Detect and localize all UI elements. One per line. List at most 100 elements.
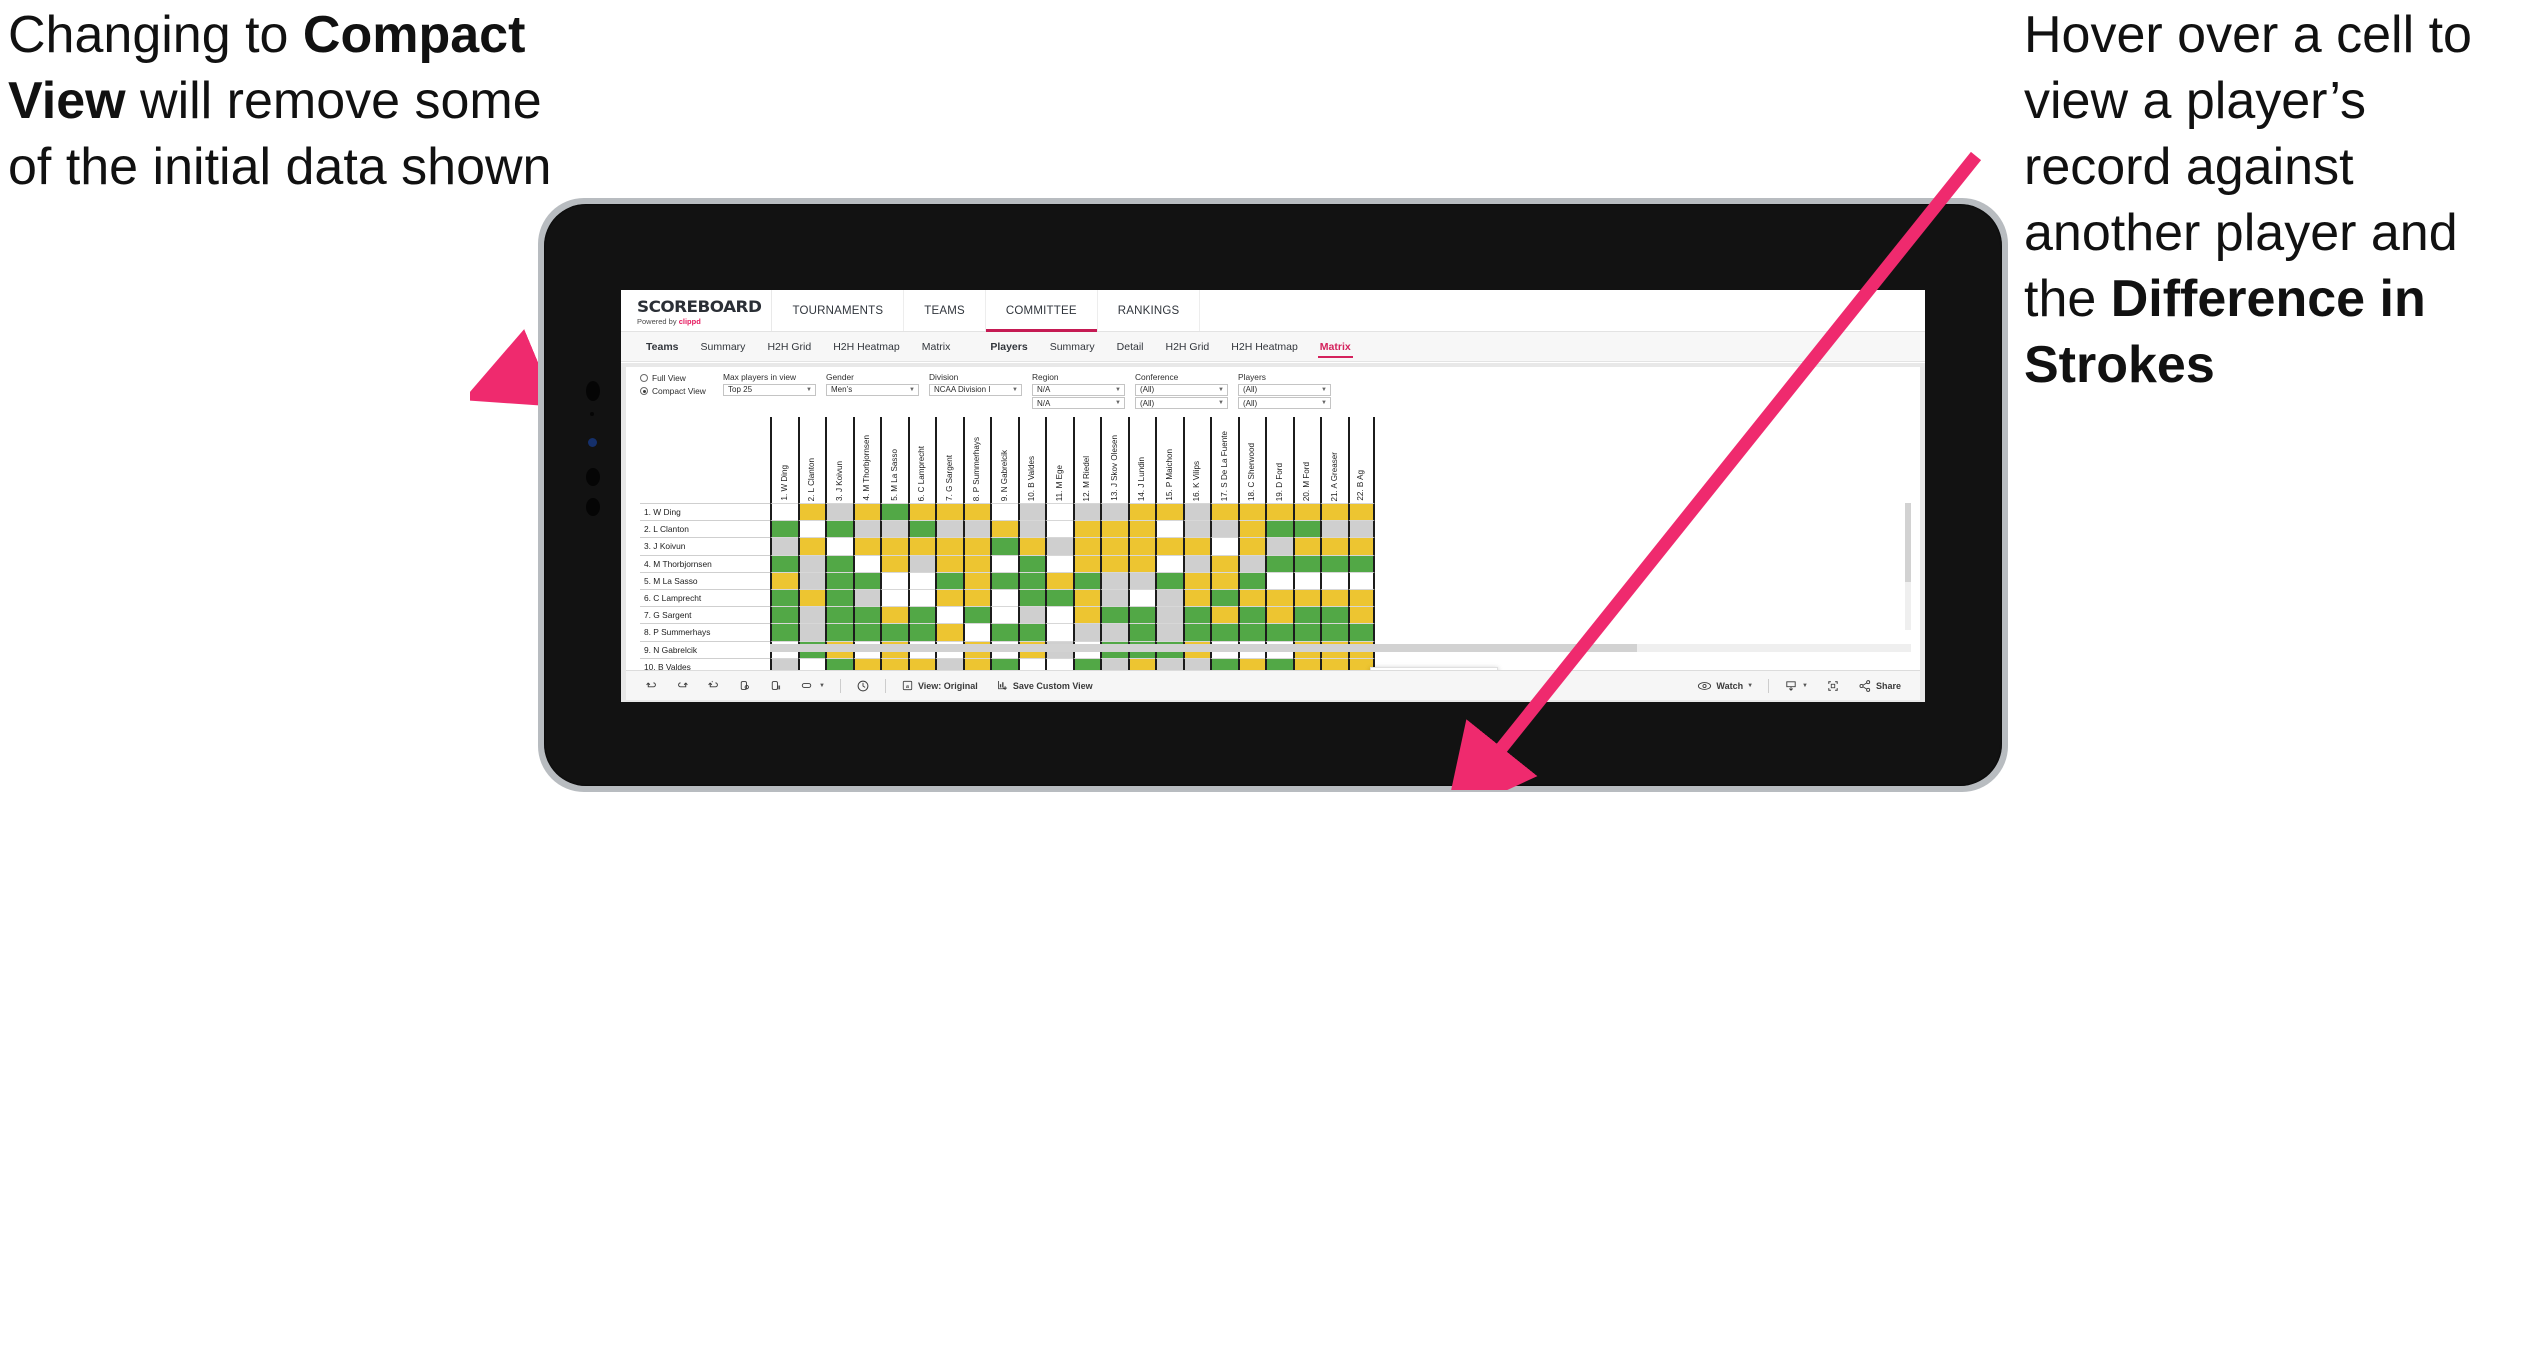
- matrix-cell[interactable]: [1017, 588, 1045, 607]
- matrix-cell[interactable]: [1017, 657, 1045, 670]
- matrix-cell[interactable]: [1265, 503, 1293, 521]
- scrollbar-thumb[interactable]: [770, 644, 1638, 652]
- matrix-cell[interactable]: [1265, 554, 1293, 572]
- matrix-cell[interactable]: [1265, 520, 1293, 538]
- matrix-cell[interactable]: [770, 606, 798, 624]
- matrix-cell[interactable]: [1155, 588, 1183, 607]
- matrix-cell[interactable]: [1045, 606, 1073, 624]
- matrix-cell[interactable]: [1127, 571, 1155, 589]
- topnav-rankings[interactable]: RANKINGS: [1098, 290, 1201, 331]
- matrix-cell[interactable]: [880, 571, 908, 589]
- matrix-cell[interactable]: [990, 588, 1018, 607]
- matrix-cell[interactable]: [962, 537, 990, 555]
- matrix-cell[interactable]: [1320, 623, 1348, 641]
- matrix-cell[interactable]: [825, 623, 853, 641]
- matrix-cell[interactable]: [797, 657, 825, 670]
- matrix-cell[interactable]: [1100, 503, 1128, 521]
- matrix-cell[interactable]: [907, 503, 935, 521]
- matrix-cell[interactable]: [1100, 623, 1128, 641]
- matrix-cell[interactable]: [1100, 571, 1128, 589]
- matrix-cell[interactable]: [825, 571, 853, 589]
- matrix-cell[interactable]: [1210, 503, 1238, 521]
- matrix-cell[interactable]: [825, 520, 853, 538]
- watch-button[interactable]: Watch ▼: [1688, 680, 1762, 692]
- matrix-cell[interactable]: [880, 520, 908, 538]
- matrix-cell[interactable]: [852, 554, 880, 572]
- matrix-cell[interactable]: [1182, 537, 1210, 555]
- matrix-cell[interactable]: [1320, 606, 1348, 624]
- matrix-cell[interactable]: [797, 623, 825, 641]
- matrix-cell[interactable]: [990, 537, 1018, 555]
- matrix-cell[interactable]: [1072, 623, 1100, 641]
- subnav-players-detail[interactable]: Detail: [1106, 337, 1155, 357]
- filter-gender-select[interactable]: Men’s ▼: [826, 383, 919, 396]
- filter-max-players-select[interactable]: Top 25 ▼: [723, 383, 816, 396]
- matrix-vertical-scrollbar[interactable]: [1905, 503, 1911, 630]
- matrix-cell[interactable]: [1292, 537, 1320, 555]
- matrix-cell[interactable]: [1292, 606, 1320, 624]
- matrix-cell[interactable]: [962, 503, 990, 521]
- matrix-cell[interactable]: [852, 503, 880, 521]
- matrix-cell[interactable]: [907, 554, 935, 572]
- matrix-cell[interactable]: [1155, 520, 1183, 538]
- matrix-cell[interactable]: [852, 571, 880, 589]
- matrix-cell[interactable]: [825, 554, 853, 572]
- filter-players-select-1[interactable]: (All) ▼: [1238, 383, 1331, 396]
- matrix-cell[interactable]: [1210, 520, 1238, 538]
- matrix-cell[interactable]: [1072, 520, 1100, 538]
- matrix-cell[interactable]: [825, 537, 853, 555]
- matrix-cell[interactable]: [1017, 503, 1045, 521]
- matrix-cell[interactable]: [907, 623, 935, 641]
- matrix-cell[interactable]: [1182, 554, 1210, 572]
- zoom-control-button[interactable]: ▼: [791, 679, 834, 692]
- matrix-cell[interactable]: [1155, 554, 1183, 572]
- matrix-cell[interactable]: [1320, 554, 1348, 572]
- matrix-cell[interactable]: [1347, 571, 1375, 589]
- subnav-teams[interactable]: Teams: [635, 337, 690, 357]
- matrix-cell[interactable]: [770, 520, 798, 538]
- matrix-cell[interactable]: [935, 588, 963, 607]
- matrix-cell[interactable]: [1210, 588, 1238, 607]
- matrix-cell[interactable]: [1265, 588, 1293, 607]
- matrix-cell[interactable]: [935, 520, 963, 538]
- matrix-cell[interactable]: [1100, 520, 1128, 538]
- matrix-cell[interactable]: [1182, 503, 1210, 521]
- download-button[interactable]: ▼: [1775, 679, 1817, 693]
- matrix-cell[interactable]: [770, 503, 798, 521]
- matrix-cell[interactable]: [1155, 537, 1183, 555]
- matrix-cell[interactable]: [935, 571, 963, 589]
- matrix-horizontal-scrollbar[interactable]: [770, 644, 1911, 652]
- matrix-cell[interactable]: [1292, 503, 1320, 521]
- matrix-cell[interactable]: [852, 537, 880, 555]
- matrix-cell[interactable]: [1072, 503, 1100, 521]
- brand-logo[interactable]: SCOREBOARD Powered by clippd: [621, 290, 773, 331]
- matrix-cell[interactable]: [1265, 623, 1293, 641]
- matrix-cell[interactable]: [1100, 657, 1128, 670]
- matrix-cell[interactable]: [1320, 571, 1348, 589]
- matrix-cell[interactable]: [1292, 520, 1320, 538]
- matrix-cell[interactable]: [990, 606, 1018, 624]
- matrix-cell[interactable]: [770, 623, 798, 641]
- matrix-cell[interactable]: [1072, 606, 1100, 624]
- matrix-cell[interactable]: [1100, 554, 1128, 572]
- scrollbar-thumb[interactable]: [1905, 503, 1911, 582]
- matrix-cell[interactable]: [962, 623, 990, 641]
- matrix-cell[interactable]: [852, 606, 880, 624]
- matrix-cell[interactable]: [1292, 554, 1320, 572]
- matrix-cell[interactable]: [1182, 571, 1210, 589]
- matrix-cell[interactable]: [1237, 657, 1265, 670]
- matrix-cell[interactable]: [1292, 588, 1320, 607]
- matrix-cell[interactable]: [1347, 503, 1375, 521]
- matrix-cell[interactable]: [1320, 588, 1348, 607]
- matrix-cell[interactable]: [907, 571, 935, 589]
- matrix-cell[interactable]: [797, 503, 825, 521]
- matrix-cell[interactable]: [770, 588, 798, 607]
- matrix-cell[interactable]: [1072, 571, 1100, 589]
- matrix-cell[interactable]: [770, 537, 798, 555]
- matrix-cell[interactable]: [1155, 503, 1183, 521]
- matrix-cell[interactable]: [1265, 537, 1293, 555]
- undo-button[interactable]: [636, 679, 667, 692]
- matrix-cell[interactable]: [1210, 606, 1238, 624]
- matrix-cell[interactable]: [962, 657, 990, 670]
- matrix-cell[interactable]: [1017, 571, 1045, 589]
